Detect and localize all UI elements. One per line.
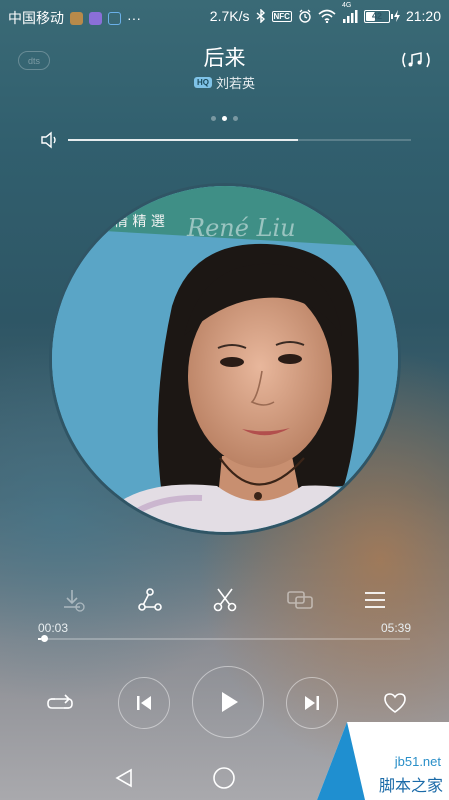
volume-icon[interactable]	[40, 131, 62, 149]
download-icon	[64, 590, 85, 612]
album-banner-text: 情 精 選	[114, 214, 165, 230]
favorite-button[interactable]	[378, 687, 412, 719]
page-dot	[233, 116, 238, 121]
play-icon	[222, 692, 238, 712]
back-button[interactable]	[108, 762, 140, 794]
signal-icon: 4G	[342, 2, 358, 23]
carrier-label: 中国移动	[8, 10, 64, 26]
battery-level: 42	[371, 11, 382, 21]
output-device-button[interactable]	[285, 585, 315, 615]
bluetooth-icon	[256, 9, 266, 23]
notification-app-icon	[70, 11, 83, 25]
repeat-icon	[47, 694, 73, 709]
status-bar: 中国移动 ··· 2.7K/s NFC 4G 42 21:20	[0, 0, 449, 32]
previous-button[interactable]	[118, 677, 170, 729]
page-indicator	[0, 116, 449, 121]
page-dot	[211, 116, 216, 121]
current-time: 00:03	[38, 621, 69, 635]
album-art: 情 精 選 René Liu	[49, 183, 401, 535]
back-icon	[115, 768, 132, 788]
battery-icon: 42	[363, 9, 400, 23]
home-button[interactable]	[208, 762, 240, 794]
wifi-icon	[318, 9, 336, 23]
notification-app-icon	[108, 11, 121, 25]
artist-name[interactable]: 刘若英	[216, 73, 255, 92]
heart-icon	[384, 693, 406, 713]
clock: 21:20	[405, 8, 441, 24]
scissors-icon	[213, 588, 237, 612]
sound-effect-icon[interactable]	[399, 49, 433, 71]
home-icon	[213, 767, 235, 789]
playlist-button[interactable]	[360, 585, 390, 615]
next-icon	[305, 696, 319, 710]
watermark-name: 脚本之家	[378, 778, 443, 795]
network-speed: 2.7K/s	[209, 8, 250, 24]
album-banner-script: René Liu	[186, 214, 296, 242]
share-icon	[138, 588, 162, 611]
action-row	[0, 585, 449, 615]
output-device-icon	[287, 591, 313, 609]
repeat-button[interactable]	[42, 687, 78, 719]
more-notifications: ···	[127, 10, 141, 26]
page-dot	[222, 116, 227, 121]
nfc-icon: NFC	[271, 10, 292, 22]
progress-bar[interactable]	[38, 638, 410, 640]
download-button[interactable]	[58, 585, 88, 615]
notification-app-icon	[89, 11, 102, 25]
progress-thumb[interactable]	[40, 635, 48, 642]
alarm-icon	[298, 9, 312, 23]
volume-slider-fill	[68, 139, 298, 141]
song-title: 后来	[203, 47, 246, 70]
watermark-site: jb51.net	[394, 754, 441, 769]
play-button[interactable]	[192, 666, 264, 738]
artist-row[interactable]: HQ 刘若英	[0, 73, 449, 92]
previous-icon	[137, 696, 151, 710]
hq-badge: HQ	[193, 77, 212, 88]
playlist-icon	[365, 592, 385, 608]
network-type-label: 4G	[341, 2, 352, 9]
cut-ringtone-button[interactable]	[210, 585, 240, 615]
share-button[interactable]	[135, 585, 165, 615]
total-time: 05:39	[380, 621, 411, 635]
